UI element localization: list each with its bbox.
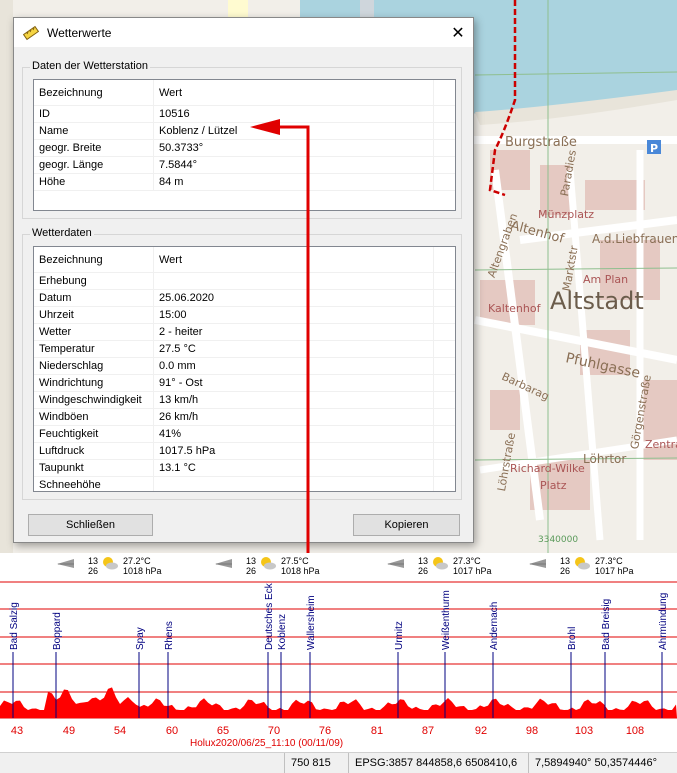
km-tick-label: 60 xyxy=(166,725,178,737)
place-label: Boppard xyxy=(52,612,63,650)
statusbar: 750 815 EPSG:3857 844858,6 6508410,6 7,5… xyxy=(0,752,677,773)
wind-gust: 26 xyxy=(559,566,570,576)
weather-item[interactable]: 13 26 27.3°C 1017 hPa xyxy=(386,556,492,576)
place-label: Rhens xyxy=(164,621,175,650)
place-label: Ahrmündung xyxy=(658,593,669,650)
weather-item[interactable]: 13 26 27.2°C 1018 hPa xyxy=(56,556,162,576)
km-tick-label: 76 xyxy=(319,725,331,737)
place-label: Deutsches Eck xyxy=(264,582,275,650)
place-label: Brohl xyxy=(567,627,578,650)
wind-icon xyxy=(529,559,546,568)
profile-chart: Bad Salzig Boppard Spay Rhens Deutsches Eck K… xyxy=(0,581,677,749)
partly-sunny-icon xyxy=(575,557,590,570)
km-tick-label: 49 xyxy=(63,725,75,737)
partly-sunny-icon xyxy=(103,557,118,570)
place-label: Urmitz xyxy=(394,621,405,650)
wind-icon xyxy=(387,559,404,568)
km-tick-label: 98 xyxy=(526,725,538,737)
weather-item[interactable]: 13 26 27.5°C 1018 hPa xyxy=(214,556,320,576)
pressure: 1017 hPa xyxy=(595,566,634,576)
place-label: Bad Breisig xyxy=(601,599,612,650)
temperature: 27.3°C xyxy=(595,556,623,566)
status-position: 750 815 xyxy=(284,752,348,773)
wind-gust: 26 xyxy=(245,566,256,576)
km-tick-label: 92 xyxy=(475,725,487,737)
place-label: Koblenz xyxy=(277,614,288,650)
wind-speed: 13 xyxy=(417,556,428,566)
place-label: Andernach xyxy=(489,602,500,650)
weather-item[interactable]: 13 26 27.3°C 1017 hPa xyxy=(528,556,634,576)
temperature: 27.2°C xyxy=(123,556,151,566)
km-tick-label: 65 xyxy=(217,725,229,737)
wind-gust: 26 xyxy=(87,566,98,576)
wind-speed: 13 xyxy=(87,556,98,566)
weather-strip: 13 26 27.2°C 1018 hPa 13 26 27.5°C 1018 hPa … xyxy=(0,553,677,580)
wind-gust: 26 xyxy=(417,566,428,576)
status-epsg: EPSG:3857 844858,6 6508410,6 xyxy=(348,752,528,773)
pressure: 1018 hPa xyxy=(123,566,162,576)
wind-speed: 13 xyxy=(559,556,570,566)
temperature: 27.5°C xyxy=(281,556,309,566)
km-tick-label: 103 xyxy=(575,725,593,737)
km-tick-label: 54 xyxy=(114,725,126,737)
partly-sunny-icon xyxy=(261,557,276,570)
place-label: Bad Salzig xyxy=(9,602,20,650)
pressure: 1017 hPa xyxy=(453,566,492,576)
km-tick-label: 70 xyxy=(268,725,280,737)
track-label: Holux2020/06/25_11:10 (00/11/09) xyxy=(190,738,343,749)
km-tick-label: 87 xyxy=(422,725,434,737)
temperature: 27.3°C xyxy=(453,556,481,566)
place-label: Weißenthurm xyxy=(441,590,452,650)
status-geo: 7,5894940° 50,3574446° xyxy=(528,752,677,773)
wind-speed: 13 xyxy=(245,556,256,566)
km-tick-label: 81 xyxy=(371,725,383,737)
km-tick-label: 108 xyxy=(626,725,644,737)
place-label: Wallersheim xyxy=(306,595,317,650)
wind-icon xyxy=(215,559,232,568)
pressure: 1018 hPa xyxy=(281,566,320,576)
partly-sunny-icon xyxy=(433,557,448,570)
km-tick-label: 43 xyxy=(11,725,23,737)
elevation-profile[interactable]: Bad Salzig Boppard Spay Rhens Deutsches Eck K… xyxy=(0,580,677,750)
place-label: Spay xyxy=(135,627,146,650)
wind-icon xyxy=(57,559,74,568)
